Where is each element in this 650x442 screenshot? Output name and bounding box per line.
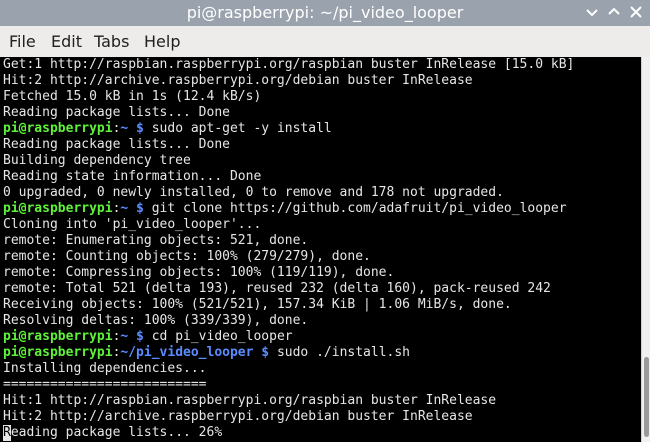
menu-file[interactable]: File xyxy=(9,33,36,51)
prompt-path: ~ $ xyxy=(120,201,144,216)
output-line: Hit:2 http://archive.raspberrypi.org/deb… xyxy=(3,73,473,88)
menu-bar: File Edit Tabs Help xyxy=(0,26,650,58)
output-line: Receiving objects: 100% (521/521), 157.3… xyxy=(3,297,512,312)
scrollbar-thumb[interactable] xyxy=(644,357,649,437)
prompt-line: pi@raspberrypi:~/pi_video_looper $ sudo … xyxy=(3,345,574,361)
output-line: remote: Compressing objects: 100% (119/1… xyxy=(3,265,395,280)
output-line: Building dependency tree xyxy=(3,153,191,168)
output-line: Reading package lists... 26% xyxy=(3,425,574,441)
output-line: Fetched 15.0 kB in 1s (12.4 kB/s) xyxy=(3,89,262,104)
terminal-lines: Get:1 http://raspbian.raspberrypi.org/ra… xyxy=(3,57,574,441)
output-line: ========================== xyxy=(3,377,207,392)
output-line: remote: Enumerating objects: 521, done. xyxy=(3,233,309,248)
close-icon[interactable] xyxy=(626,2,646,22)
prompt-path: ~/pi_video_looper $ xyxy=(120,345,270,360)
command-text: git clone https://github.com/adafruit/pi… xyxy=(143,201,567,216)
output-line: 0 upgraded, 0 newly installed, 0 to remo… xyxy=(3,185,504,200)
output-line: remote: Counting objects: 100% (279/279)… xyxy=(3,249,371,264)
output-line: Reading state information... Done xyxy=(3,169,262,184)
terminal-window: pi@raspberrypi: ~/pi_video_looper File E… xyxy=(0,0,650,442)
prompt-line: pi@raspberrypi:~ $ git clone https://git… xyxy=(3,201,574,217)
output-line: remote: Total 521 (delta 193), reused 23… xyxy=(3,281,551,296)
menu-help[interactable]: Help xyxy=(144,33,180,51)
minimize-icon[interactable] xyxy=(582,2,602,22)
prompt-line: pi@raspberrypi:~ $ sudo apt-get -y insta… xyxy=(3,121,574,137)
output-line: Resolving deltas: 100% (339/339), done. xyxy=(3,313,309,328)
prompt-path: ~ $ xyxy=(120,121,144,136)
output-line: Hit:1 http://raspbian.raspberrypi.org/ra… xyxy=(3,393,497,408)
output-line: Reading package lists... Done xyxy=(3,137,230,152)
output-line: Installing dependencies... xyxy=(3,361,207,376)
prompt-path: ~ $ xyxy=(120,329,144,344)
menu-tabs[interactable]: Tabs xyxy=(94,33,129,51)
window-title: pi@raspberrypi: ~/pi_video_looper xyxy=(186,3,464,22)
output-line: Cloning into 'pi_video_looper'... xyxy=(3,217,262,232)
vertical-scrollbar[interactable] xyxy=(641,57,650,442)
output-line: Get:1 http://raspbian.raspberrypi.org/ra… xyxy=(3,57,575,72)
menu-edit[interactable]: Edit xyxy=(51,33,82,51)
text-cursor: R xyxy=(3,425,11,441)
output-line: Reading package lists... Done xyxy=(3,105,230,120)
prompt-user: pi@raspberrypi xyxy=(3,345,113,360)
maximize-icon[interactable] xyxy=(604,2,624,22)
terminal-output[interactable]: Get:1 http://raspbian.raspberrypi.org/ra… xyxy=(0,57,641,442)
title-bar[interactable]: pi@raspberrypi: ~/pi_video_looper xyxy=(0,0,650,26)
command-text: cd pi_video_looper xyxy=(143,329,293,344)
prompt-user: pi@raspberrypi xyxy=(3,201,113,216)
output-text: eading package lists... 26% xyxy=(10,425,223,440)
prompt-line: pi@raspberrypi:~ $ cd pi_video_looper xyxy=(3,329,574,345)
command-text: sudo ./install.sh xyxy=(269,345,411,360)
prompt-user: pi@raspberrypi xyxy=(3,121,113,136)
command-text: sudo apt-get -y install xyxy=(143,121,332,136)
prompt-user: pi@raspberrypi xyxy=(3,329,113,344)
output-line: Hit:2 http://archive.raspberrypi.org/deb… xyxy=(3,409,473,424)
